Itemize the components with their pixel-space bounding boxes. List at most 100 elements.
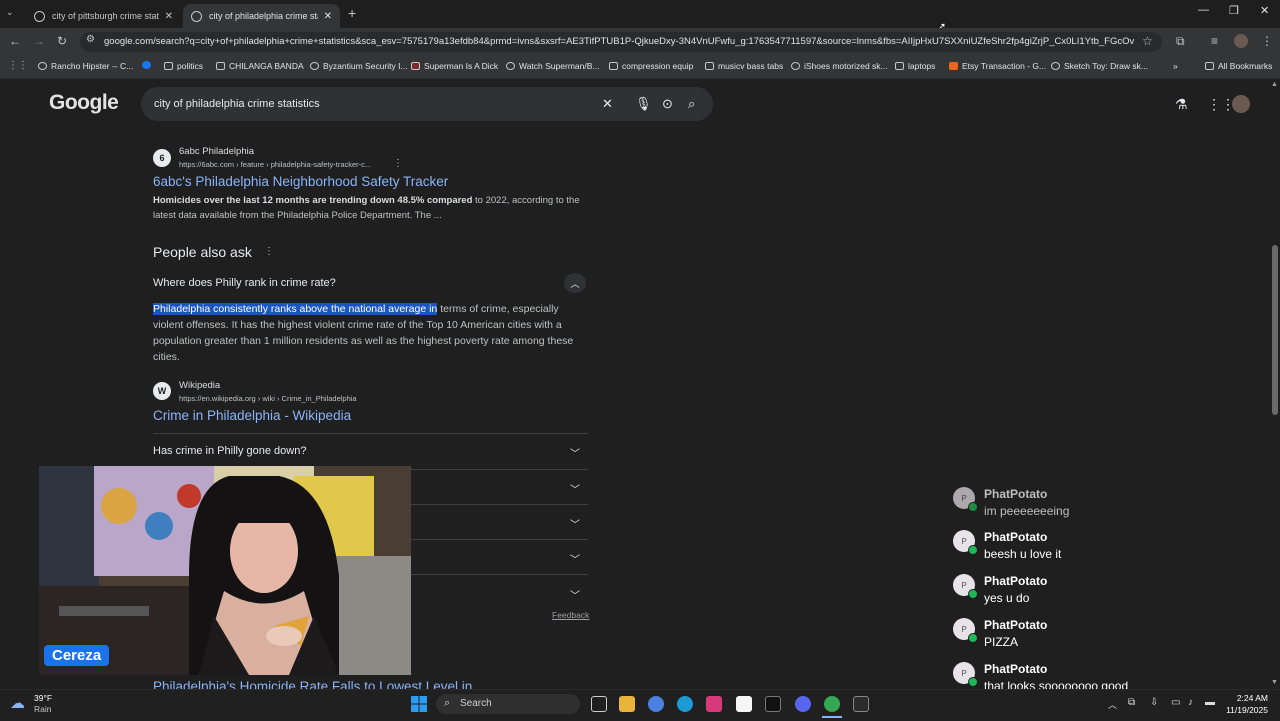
feedback-link[interactable]: Feedback [552, 610, 589, 620]
amazon-icon[interactable] [736, 696, 752, 712]
divider [153, 433, 588, 434]
x-app-icon[interactable] [765, 696, 781, 712]
bookmark-folder[interactable]: politics [164, 61, 203, 71]
edge-icon[interactable] [677, 696, 693, 712]
chevron-down-icon[interactable]: ﹀ [570, 481, 580, 496]
etsy-icon [949, 62, 958, 70]
bookmark-folder[interactable]: compression equip [609, 61, 693, 71]
scrollbar-thumb[interactable] [1272, 245, 1278, 415]
taskbar [0, 689, 1280, 721]
result-title-link[interactable]: 6abc's Philadelphia Neighborhood Safety … [153, 174, 448, 189]
answer-source-url[interactable]: https://en.wikipedia.org › wiki › Crime_… [179, 394, 357, 403]
bookmark-folder[interactable]: CHILANGA BANDA [216, 61, 304, 71]
folder-icon [609, 62, 618, 70]
url-text[interactable]: google.com/search?q=city+of+philadelphia… [104, 36, 1134, 47]
lens-icon[interactable]: ⊙ [662, 96, 673, 112]
chat-username: PhatPotato [984, 618, 1048, 632]
back-icon[interactable]: ← [9, 34, 21, 48]
clock-date[interactable]: 11/19/2025 [1226, 705, 1268, 715]
answer-source-name[interactable]: Wikipedia [179, 380, 220, 391]
clock-time[interactable]: 2:24 AM [1232, 693, 1268, 703]
more-options-icon[interactable]: ⋮ [393, 158, 403, 169]
taskbar-search-label[interactable]: Search [460, 698, 492, 709]
windows-start-icon[interactable] [411, 696, 427, 712]
folder-icon [895, 62, 904, 70]
taskbar-search-box[interactable] [436, 694, 580, 714]
close-tab-icon[interactable]: ✕ [324, 11, 332, 22]
weather-icon[interactable]: ☁ [10, 694, 25, 712]
discord-icon[interactable] [795, 696, 811, 712]
media-control-icon[interactable]: ≡ [1211, 34, 1218, 48]
weather-temp[interactable]: 39°F [34, 693, 52, 703]
more-options-icon[interactable]: ⋮ [264, 246, 274, 257]
tray-overflow-icon[interactable]: ︿ [1108, 698, 1117, 711]
reload-icon[interactable]: ↻ [57, 34, 67, 48]
bookmark-item[interactable]: Etsy Transaction - G... [949, 61, 1046, 71]
chevron-down-icon[interactable]: ﹀ [570, 587, 580, 602]
chevron-down-icon[interactable]: ﹀ [570, 551, 580, 566]
chat-text: beesh u love it [984, 547, 1062, 561]
labs-flask-icon[interactable]: ⚗ [1175, 96, 1188, 113]
result-source-name[interactable]: 6abc Philadelphia [179, 146, 254, 157]
task-view-icon[interactable] [591, 696, 607, 712]
bookmark-item[interactable]: Sketch Toy: Draw sk... [1051, 61, 1148, 71]
maximize-icon[interactable]: ❐ [1229, 4, 1239, 17]
bookmark-item[interactable]: Rancho Hipster -- C... [38, 61, 133, 71]
chat-text: PIZZA [984, 635, 1019, 649]
tab-philadelphia[interactable]: city of philadelphia crime statis ✕ [183, 4, 340, 28]
answer-source-link[interactable]: Crime in Philadelphia - Wikipedia [153, 408, 351, 423]
copilot-icon[interactable] [648, 696, 664, 712]
clear-search-icon[interactable]: ✕ [602, 96, 613, 112]
bookmark-label: CHILANGA BANDA [229, 61, 304, 71]
battery-icon[interactable]: ▬ [1205, 697, 1215, 708]
tray-download-icon[interactable]: ⇩ [1150, 697, 1158, 708]
account-avatar[interactable] [1232, 95, 1250, 113]
bookmark-folder[interactable]: musicv bass tabs [705, 61, 783, 71]
epic-games-icon[interactable] [853, 696, 869, 712]
apps-grid-icon[interactable]: ⋮⋮ [8, 60, 28, 71]
chevron-up-icon[interactable]: ︿ [564, 273, 586, 293]
minimize-icon[interactable]: — [1198, 4, 1209, 16]
tab-title: city of pittsburgh crime statistic [52, 11, 159, 21]
bookmark-item[interactable]: Byzantium Security I... [310, 61, 408, 71]
new-tab-icon[interactable]: + [348, 5, 356, 21]
all-bookmarks-folder[interactable]: All Bookmarks [1205, 61, 1272, 71]
paa-question[interactable]: Where does Philly rank in crime rate? [153, 277, 336, 289]
bookmark-label: iShoes motorized sk... [804, 61, 888, 71]
menu-dots-icon[interactable]: ⋮ [1261, 34, 1273, 48]
weather-condition[interactable]: Rain [34, 704, 51, 714]
scroll-up-icon[interactable]: ▲ [1271, 81, 1278, 88]
network-icon[interactable]: ▭ [1171, 697, 1180, 708]
chevron-down-icon[interactable]: ﹀ [570, 445, 580, 460]
forward-icon[interactable]: → [33, 34, 45, 48]
profile-avatar[interactable] [1234, 34, 1248, 48]
bookmark-item[interactable]: Superman Is A Dick [411, 61, 498, 71]
search-icon[interactable]: ⌕ [688, 96, 695, 112]
paa-question[interactable]: Has crime in Philly gone down? [153, 445, 306, 457]
volume-icon[interactable]: ♪ [1188, 697, 1193, 708]
microphone-icon[interactable]: 🎙 [635, 96, 652, 112]
close-window-icon[interactable]: ✕ [1260, 4, 1269, 17]
bookmark-star-icon[interactable]: ☆ [1142, 34, 1153, 48]
bookmark-folder[interactable]: laptops [895, 61, 935, 71]
scroll-down-icon[interactable]: ▼ [1271, 679, 1278, 686]
site-icon [310, 62, 319, 70]
more-bookmarks-icon[interactable]: » [1173, 61, 1178, 71]
site-info-icon[interactable]: ⚙ [86, 34, 95, 45]
chrome-icon[interactable] [824, 696, 840, 712]
chevron-down-icon[interactable]: ﹀ [570, 516, 580, 531]
result-source-url[interactable]: https://6abc.com › feature › philadelphi… [179, 160, 371, 169]
close-tab-icon[interactable]: ✕ [165, 11, 173, 22]
search-icon: ⌕ [444, 697, 451, 709]
tab-pittsburgh[interactable]: city of pittsburgh crime statistic ✕ [26, 4, 181, 28]
instagram-icon[interactable] [706, 696, 722, 712]
file-explorer-icon[interactable] [619, 696, 635, 712]
search-query-text[interactable]: city of philadelphia crime statistics [154, 98, 320, 110]
bookmark-item[interactable]: iShoes motorized sk... [791, 61, 888, 71]
extensions-icon[interactable]: ⧉ [1176, 34, 1185, 49]
bookmark-item[interactable] [142, 61, 155, 69]
google-logo[interactable]: Google [49, 91, 119, 115]
tab-search-chevron-icon[interactable]: ⌄ [6, 7, 14, 18]
tray-app-icon[interactable]: ⧉ [1128, 697, 1135, 708]
bookmark-item[interactable]: Watch Superman/B... [506, 61, 599, 71]
